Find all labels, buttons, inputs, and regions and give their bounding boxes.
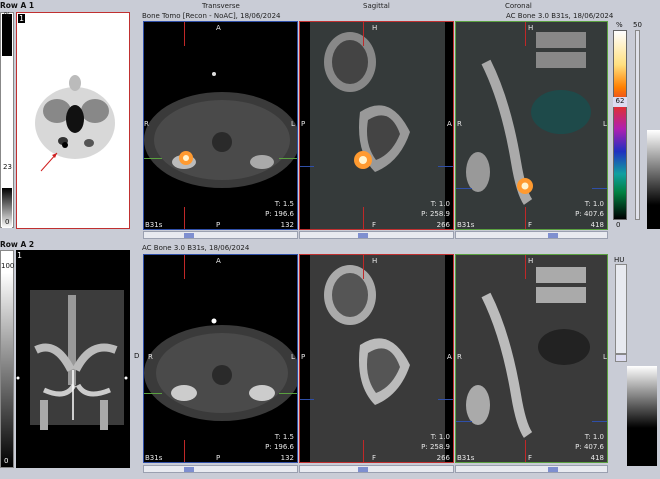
row2-colorbar-unit: HU [614, 256, 625, 264]
row2-hu-window-base [627, 428, 657, 466]
row1-ct-window-base [647, 205, 660, 229]
transverse-orient-bottom: P [216, 221, 221, 229]
row2-label: Row A 2 [0, 240, 35, 249]
ct-coronal-kernel: B31s [457, 454, 475, 462]
row2-coronal-slider[interactable] [455, 465, 608, 473]
ct-coronal-slice: 418 [590, 454, 604, 462]
ct-coronal-thickness: T: 1.0 [584, 433, 604, 441]
ct-transverse-orient-left-outer: D [134, 352, 140, 360]
view-title-coronal: Coronal [505, 2, 532, 10]
row1-colorbar-marker[interactable]: 62 [613, 97, 627, 107]
transverse-orient-left: R [144, 120, 149, 128]
ct-coronal-orient-left: R [457, 353, 462, 361]
ct-transverse-orient-right: L [291, 353, 295, 361]
coronal-image [456, 22, 607, 229]
ct-transverse-image [144, 318, 297, 421]
row1-coronal-viewport[interactable]: H R L F T: 1.0 P: 407.6 B31s 418 [455, 21, 608, 230]
row1-scale-mid: 23 [3, 163, 12, 171]
ct-transverse-slice: 132 [280, 454, 294, 462]
row1-colorbar[interactable] [613, 30, 627, 220]
row1-transverse-viewport[interactable]: A R L P T: 1.5 P: 196.6 B31s 132 [143, 21, 298, 230]
row2-hu-slider-track[interactable] [615, 264, 627, 354]
row2-transverse-viewport[interactable]: A R L P T: 1.5 P: 196.6 B31s 132 [143, 254, 298, 463]
ct-sagittal-orient-bottom: F [372, 454, 377, 462]
mip-image [35, 75, 115, 172]
row1-colorbar-slider[interactable] [635, 30, 640, 220]
ct-sagittal-orient-top: H [372, 257, 378, 265]
transverse-kernel: B31s [145, 221, 163, 229]
ct-sagittal-slice: 266 [436, 454, 450, 462]
row2-transverse-slider[interactable] [143, 465, 298, 473]
row1-mip-viewport[interactable]: 1 [16, 12, 130, 229]
transverse-slice: 132 [280, 221, 294, 229]
ct-transverse-orient-bottom: P [216, 454, 221, 462]
ct-coronal-position: P: 407.6 [575, 443, 604, 451]
row1-transverse-slider[interactable] [143, 231, 298, 239]
row2-coronal-viewport[interactable]: H R L F T: 1.0 P: 407.6 B31s 418 [455, 254, 608, 463]
row1-scale-top: % [4, 11, 11, 19]
ct-transverse-kernel: B31s [145, 454, 163, 462]
row2-hu-window-bar[interactable] [627, 366, 657, 428]
coronal-thickness: T: 1.0 [584, 200, 604, 208]
coronal-orient-right: L [603, 120, 607, 128]
coronal-slice: 418 [590, 221, 604, 229]
view-title-sagittal: Sagittal [363, 2, 390, 10]
row2-sagittal-viewport[interactable]: H P A F T: 1.0 P: 258.9 266 [299, 254, 454, 463]
row1-coronal-slider[interactable] [455, 231, 608, 239]
sagittal-thickness: T: 1.0 [430, 200, 450, 208]
sagittal-orient-top: H [372, 24, 378, 32]
ct-transverse-orient-left: R [148, 353, 153, 361]
sagittal-image [310, 22, 445, 229]
transverse-orient-top: A [216, 24, 221, 32]
row1-colorbar-bottom: 0 [616, 221, 621, 229]
ct-sagittal-orient-right: A [447, 353, 452, 361]
row2-window-scale[interactable] [0, 250, 14, 468]
row1-sagittal-slider[interactable] [299, 231, 454, 239]
row2-sagittal-slider[interactable] [299, 465, 454, 473]
view-title-transverse: Transverse [202, 2, 240, 10]
row1-colorbar-unit: % [616, 21, 623, 29]
ct-transverse-orient-top: A [216, 257, 221, 265]
transverse-orient-right: L [291, 120, 295, 128]
row1-sagittal-viewport[interactable]: H P A F T: 1.0 P: 258.9 266 [299, 21, 454, 230]
row2-scale-top: 100 [1, 262, 15, 270]
ct-sagittal-thickness: T: 1.0 [430, 433, 450, 441]
ct-coronal-orient-bottom: F [528, 454, 533, 462]
ct-coronal-image [456, 255, 607, 462]
transverse-position: P: 196.6 [265, 210, 294, 218]
ct-coronal-orient-top: H [528, 257, 534, 265]
sagittal-orient-right: A [447, 120, 452, 128]
coronal-orient-left: R [457, 120, 462, 128]
row1-colorbar-top: 50 [633, 21, 642, 29]
sagittal-orient-left: P [301, 120, 306, 128]
row1-scale-bottom: 0 [5, 218, 10, 226]
row2-scale-bottom: 0 [4, 457, 9, 465]
ct-coronal-orient-right: L [603, 353, 607, 361]
row1-header-left: Bone Tomo [Recon - NoAC], 18/06/2024 [142, 12, 281, 20]
coronal-kernel: B31s [457, 221, 475, 229]
ct-transverse-position: P: 196.6 [265, 443, 294, 451]
row2-header-left: AC Bone 3.0 B31s, 18/06/2024 [142, 244, 250, 252]
transverse-image [144, 72, 297, 188]
sagittal-position: P: 258.9 [421, 210, 450, 218]
row2-mip-viewport[interactable]: 1 [16, 250, 130, 468]
sagittal-orient-bottom: F [372, 221, 377, 229]
sagittal-slice: 266 [436, 221, 450, 229]
coronal-orient-bottom: F [528, 221, 533, 229]
coronal-position: P: 407.6 [575, 210, 604, 218]
row1-label: Row A 1 [0, 1, 35, 10]
row1-ct-window-bar[interactable] [647, 130, 660, 205]
ct-transverse-thickness: T: 1.5 [274, 433, 294, 441]
ct-sagittal-image [310, 255, 445, 462]
row1-window-scale[interactable] [0, 12, 14, 228]
ct-mip-image [16, 290, 128, 430]
transverse-thickness: T: 1.5 [274, 200, 294, 208]
ct-sagittal-orient-left: P [301, 353, 306, 361]
coronal-orient-top: H [528, 24, 534, 32]
row1-header-right: AC Bone 3.0 B31s, 18/06/2024 [506, 12, 614, 20]
row2-hu-slider-handle[interactable] [615, 354, 627, 362]
ct-sagittal-position: P: 258.9 [421, 443, 450, 451]
